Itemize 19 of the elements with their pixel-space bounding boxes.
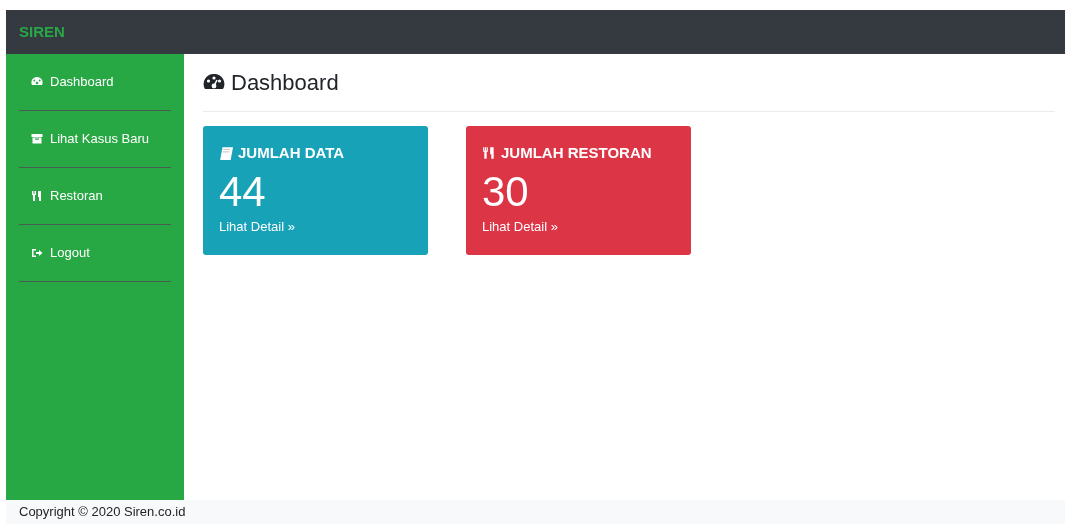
- sidebar-item[interactable]: Logout: [19, 225, 171, 282]
- sidebar-item[interactable]: Lihat Kasus Baru: [19, 111, 171, 168]
- sidebar-item[interactable]: Dashboard: [19, 54, 171, 111]
- card-value: 44: [219, 166, 266, 217]
- archive-icon: [31, 133, 43, 145]
- copyright-text: Copyright © 2020 Siren.co.id: [19, 503, 186, 522]
- card-title: JUMLAH RESTORAN: [501, 143, 652, 163]
- card-value: 30: [482, 166, 529, 217]
- brand-link[interactable]: SIREN: [19, 20, 65, 44]
- utensils-icon: [482, 146, 496, 161]
- gauge-icon: [31, 76, 43, 88]
- sign-out-icon: [31, 247, 43, 259]
- utensils-icon: [31, 190, 43, 202]
- detail-link[interactable]: Lihat Detail »: [219, 216, 295, 236]
- book-icon: [219, 146, 233, 161]
- page-title: Dashboard: [231, 69, 339, 97]
- detail-link[interactable]: Lihat Detail »: [482, 216, 558, 236]
- card-title: JUMLAH DATA: [238, 143, 345, 163]
- sidebar-item[interactable]: Restoran: [19, 168, 171, 225]
